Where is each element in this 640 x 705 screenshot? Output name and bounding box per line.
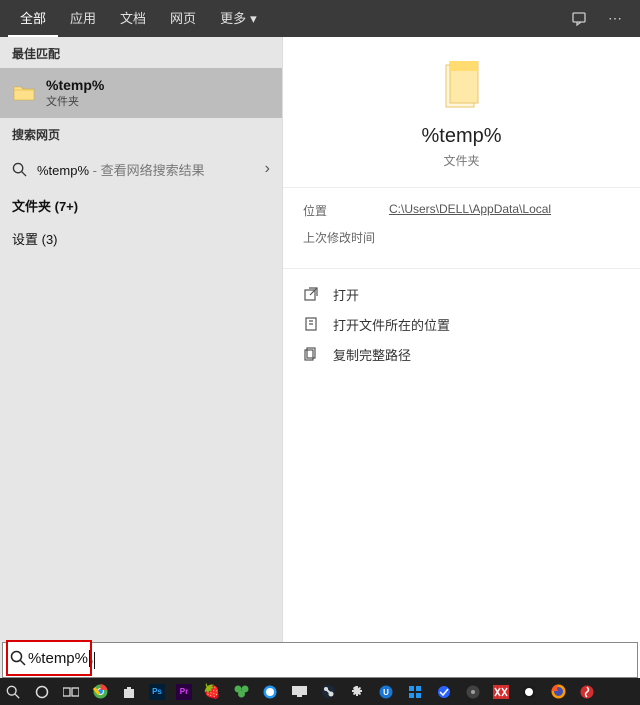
taskbar-app-icon[interactable] xyxy=(261,683,279,701)
preview-sub: 文件夹 xyxy=(443,152,479,169)
taskbar: Ps Pr 🍓 U xyxy=(0,678,640,705)
location-label: 位置 xyxy=(303,202,389,219)
open-location-icon xyxy=(303,316,319,332)
search-highlight-box: %temp% xyxy=(6,640,92,676)
taskbar-app-icon[interactable] xyxy=(406,683,424,701)
best-match-item[interactable]: %temp% 文件夹 xyxy=(0,68,282,118)
taskbar-app-icon[interactable] xyxy=(290,683,308,701)
best-match-sub: 文件夹 xyxy=(46,93,104,109)
copy-icon xyxy=(303,346,319,362)
taskbar-app-icon[interactable] xyxy=(319,683,337,701)
taskbar-app-icon[interactable] xyxy=(464,683,482,701)
best-match-title: %temp% xyxy=(46,77,104,93)
action-copy-path[interactable]: 复制完整路径 xyxy=(303,339,620,369)
taskbar-search-icon[interactable] xyxy=(4,683,22,701)
taskbar-app-icon[interactable] xyxy=(493,685,509,699)
svg-text:U: U xyxy=(383,688,389,697)
preview-title: %temp% xyxy=(421,125,501,148)
category-folders[interactable]: 文件夹 (7+) xyxy=(0,189,282,222)
taskbar-app-icon[interactable]: 🍓 xyxy=(203,683,221,701)
tab-more[interactable]: 更多▾ xyxy=(208,0,269,37)
results-sidebar: 最佳匹配 %temp% 文件夹 搜索网页 %temp% - 查看网络搜索结果 ›… xyxy=(0,37,282,680)
preview-header: %temp% 文件夹 xyxy=(283,37,640,188)
taskbar-app-icon[interactable]: U xyxy=(377,683,395,701)
tab-apps[interactable]: 应用 xyxy=(58,0,108,37)
taskbar-cortana-icon[interactable] xyxy=(33,683,51,701)
action-open-location[interactable]: 打开文件所在的位置 xyxy=(303,309,620,339)
search-query-text: %temp% xyxy=(28,650,90,667)
taskbar-app-icon[interactable] xyxy=(232,683,250,701)
folder-icon xyxy=(12,81,36,105)
search-icon xyxy=(8,650,28,666)
modified-label: 上次修改时间 xyxy=(303,229,389,246)
tab-all[interactable]: 全部 xyxy=(8,0,58,37)
taskbar-app-icon[interactable] xyxy=(520,683,538,701)
best-match-header: 最佳匹配 xyxy=(0,37,282,68)
search-web-item[interactable]: %temp% - 查看网络搜索结果 › xyxy=(0,149,282,189)
search-input-row[interactable]: %temp% xyxy=(2,642,638,678)
location-value[interactable]: C:\Users\DELL\AppData\Local xyxy=(389,202,551,219)
web-hint: - 查看网络搜索结果 xyxy=(89,163,205,178)
action-open-location-label: 打开文件所在的位置 xyxy=(333,315,450,334)
taskbar-app-icon[interactable] xyxy=(435,683,453,701)
open-icon xyxy=(303,286,319,302)
taskbar-app-icon[interactable]: Pr xyxy=(176,684,192,700)
action-open-label: 打开 xyxy=(333,285,359,304)
action-list: 打开 打开文件所在的位置 复制完整路径 xyxy=(283,269,640,379)
more-options-icon[interactable]: ⋯ xyxy=(598,10,632,27)
taskbar-taskview-icon[interactable] xyxy=(62,683,80,701)
web-query: %temp% xyxy=(37,163,89,178)
category-settings[interactable]: 设置 (3) xyxy=(0,222,282,255)
taskbar-app-icon[interactable] xyxy=(578,683,596,701)
feedback-icon[interactable] xyxy=(562,11,598,27)
content-area: 最佳匹配 %temp% 文件夹 搜索网页 %temp% - 查看网络搜索结果 ›… xyxy=(0,37,640,680)
taskbar-chrome-icon[interactable] xyxy=(91,683,109,701)
action-open[interactable]: 打开 xyxy=(303,279,620,309)
action-copy-path-label: 复制完整路径 xyxy=(333,345,411,364)
taskbar-firefox-icon[interactable] xyxy=(549,683,567,701)
tab-web[interactable]: 网页 xyxy=(158,0,208,37)
tabs-bar: 全部 应用 文档 网页 更多▾ ⋯ xyxy=(0,0,640,37)
taskbar-app-icon[interactable] xyxy=(348,683,366,701)
taskbar-app-icon[interactable]: Ps xyxy=(149,684,165,700)
chevron-down-icon: ▾ xyxy=(250,0,257,37)
chevron-right-icon: › xyxy=(265,160,270,178)
search-panel: 全部 应用 文档 网页 更多▾ ⋯ 最佳匹配 %temp% 文件夹 搜索网页 xyxy=(0,0,640,680)
preview-pane: %temp% 文件夹 位置 C:\Users\DELL\AppData\Loca… xyxy=(282,37,640,680)
search-icon xyxy=(12,162,27,177)
folder-large-icon xyxy=(440,61,484,111)
taskbar-store-icon[interactable] xyxy=(120,683,138,701)
search-web-header: 搜索网页 xyxy=(0,118,282,149)
tab-docs[interactable]: 文档 xyxy=(108,0,158,37)
preview-meta: 位置 C:\Users\DELL\AppData\Local 上次修改时间 xyxy=(283,188,640,269)
